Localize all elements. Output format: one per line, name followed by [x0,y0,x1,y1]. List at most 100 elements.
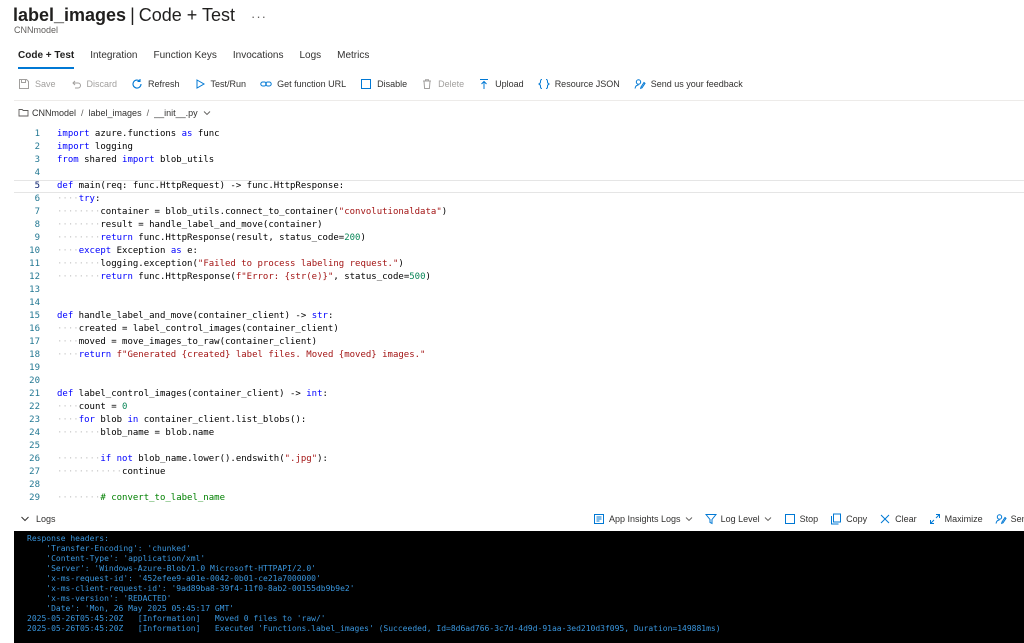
chevron-down-icon[interactable] [203,109,211,117]
line-number: 27 [29,467,40,477]
tab-code-test[interactable]: Code + Test [18,47,75,73]
code-line[interactable]: 2 import logging [14,141,1024,154]
code-text: import logging [57,142,133,152]
copy-button[interactable]: Copy [830,513,867,525]
code-line[interactable]: 17 ····moved = move_images_to_raw(contain… [14,336,1024,349]
page-title: label_images [13,5,127,25]
feedback-button[interactable]: Send us your feedback [634,78,743,90]
delete-button[interactable]: Delete [421,78,464,90]
resource-json-button[interactable]: Resource JSON [537,78,620,90]
line-number: 3 [34,155,40,165]
code-line[interactable]: 26 ········if not blob_name.lower().endsw… [14,453,1024,466]
chevron-down-icon [685,515,693,523]
test-run-label: Test/Run [210,79,247,89]
console-line: 'Date': 'Mon, 26 May 2025 05:45:17 GMT' [27,604,235,613]
line-number: 12 [29,272,40,282]
code-line[interactable]: 15 def handle_label_and_move(container_cl… [14,310,1024,323]
resource-json-label: Resource JSON [554,79,620,89]
stop-square-icon [784,513,796,525]
disable-button[interactable]: Disable [360,78,407,90]
resource-subtitle: CNNmodel [14,25,59,35]
code-line[interactable]: 4 [14,167,1024,180]
code-line[interactable]: 23 ····for blob in container_client.list_… [14,414,1024,427]
logs-label: Logs [36,514,56,524]
tab-invocations[interactable]: Invocations [233,47,284,73]
file-selector[interactable]: __init__.py [154,108,198,118]
code-text: ····created = label_control_images(conta… [57,324,339,334]
filter-icon [704,513,717,525]
code-text: ····moved = move_images_to_raw(container… [57,337,318,347]
code-text: def label_control_images(container_clien… [57,389,328,399]
code-line[interactable]: 3 from shared import blob_utils [14,154,1024,167]
test-run-button[interactable]: Test/Run [194,78,247,90]
line-number: 14 [29,298,40,308]
console-line: 'Content-Type': 'application/xml' [27,554,206,563]
more-options-button[interactable]: ··· [251,9,267,24]
code-line[interactable]: 24 ········blob_name = blob.name [14,427,1024,440]
code-text: def handle_label_and_move(container_clie… [57,311,334,321]
clear-label: Clear [895,514,917,524]
code-line[interactable]: 13 [14,284,1024,297]
save-button[interactable]: Save [18,78,56,90]
get-function-url-button[interactable]: Get function URL [260,78,346,90]
code-line[interactable]: 18 ····return f"Generated {created} label… [14,349,1024,362]
line-number: 5 [34,181,40,191]
code-line[interactable]: 16 ····created = label_control_images(con… [14,323,1024,336]
upload-button[interactable]: Upload [478,78,524,90]
tab-strip: Code + Test Integration Function Keys In… [18,47,385,73]
logs-toggle[interactable]: Logs [20,514,56,524]
maximize-icon [929,513,941,525]
code-text: import azure.functions as func [57,129,220,139]
code-line[interactable]: 28 [14,479,1024,492]
get-function-url-label: Get function URL [277,79,347,89]
discard-button[interactable]: Discard [70,78,117,90]
stop-button[interactable]: Stop [784,513,818,525]
page-title-suffix: Code + Test [138,5,235,25]
command-bar: Save Discard Refresh Test/Run Get functi… [18,76,757,92]
code-line[interactable]: 9 ········return func.HttpResponse(result… [14,232,1024,245]
tab-integration[interactable]: Integration [90,47,137,73]
refresh-label: Refresh [148,79,180,89]
clear-button[interactable]: Clear [879,513,917,525]
breadcrumb-function[interactable]: label_images [89,108,142,118]
code-line[interactable]: 5 def main(req: func.HttpRequest) -> func… [14,180,1024,193]
chevron-down-icon [764,515,772,523]
tab-logs[interactable]: Logs [299,47,321,73]
code-line[interactable]: 10 ····except Exception as e: [14,245,1024,258]
log-level-dropdown[interactable]: Log Level [704,513,772,525]
code-line[interactable]: 11 ········logging.exception("Failed to p… [14,258,1024,271]
app-insights-logs-label: App Insights Logs [609,514,681,524]
refresh-button[interactable]: Refresh [131,78,180,90]
code-text: ········if not blob_name.lower().endswit… [57,454,328,464]
tab-metrics[interactable]: Metrics [337,47,369,73]
app-insights-logs-dropdown[interactable]: App Insights Logs [593,513,693,525]
code-text: ····try: [57,194,101,204]
code-line[interactable]: 8 ········result = handle_label_and_move(… [14,219,1024,232]
file-breadcrumb: CNNmodel / label_images / __init__.py [18,107,211,118]
code-line[interactable]: 22 ····count = 0 [14,401,1024,414]
code-line[interactable]: 27 ············continue [14,466,1024,479]
line-number: 28 [29,480,40,490]
code-line[interactable]: 21 def label_control_images(container_cli… [14,388,1024,401]
code-line[interactable]: 20 [14,375,1024,388]
code-text: ········blob_name = blob.name [57,428,215,438]
code-line[interactable]: 6 ····try: [14,193,1024,206]
code-line[interactable]: 25 [14,440,1024,453]
code-text: ····return f"Generated {created} label f… [57,350,426,360]
maximize-button[interactable]: Maximize [929,513,983,525]
code-line[interactable]: 19 [14,362,1024,375]
code-line[interactable]: 29 ········# convert_to_label_name [14,492,1024,505]
logs-feedback-button[interactable]: Send u [995,513,1024,525]
code-editor[interactable]: 1 import azure.functions as func 2 import l… [14,128,1024,506]
code-line[interactable]: 12 ········return func.HttpResponse(f"Err… [14,271,1024,284]
code-line[interactable]: 14 [14,297,1024,310]
console-line: Response headers: [27,534,109,543]
code-line[interactable]: 1 import azure.functions as func [14,128,1024,141]
code-lines: 1 import azure.functions as func 2 import l… [14,128,1024,505]
breadcrumb-root[interactable]: CNNmodel [32,108,76,118]
title-separator: | [130,5,135,25]
line-number: 22 [29,402,40,412]
tab-function-keys[interactable]: Function Keys [153,47,216,73]
code-line[interactable]: 7 ········container = blob_utils.connect_… [14,206,1024,219]
log-console[interactable]: Response headers: 'Transfer-Encoding': '… [14,531,1024,643]
